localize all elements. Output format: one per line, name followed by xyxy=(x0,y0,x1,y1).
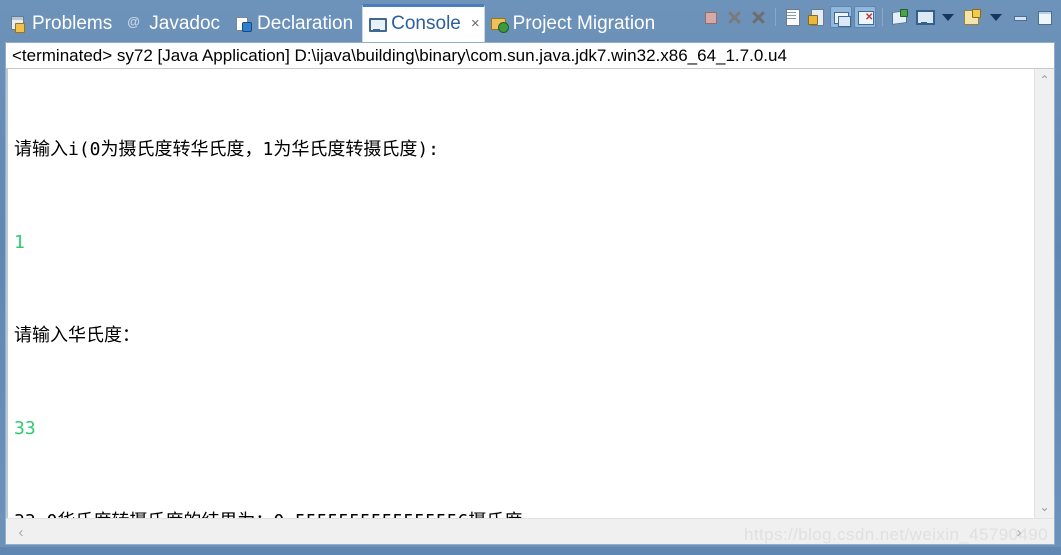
tab-label: Project Migration xyxy=(512,12,656,34)
javadoc-icon xyxy=(127,14,143,32)
word-wrap-icon[interactable] xyxy=(830,6,852,28)
tab-label: Declaration xyxy=(257,12,354,34)
console-view: Problems Javadoc Declaration Console × P… xyxy=(0,0,1061,555)
minimize-icon[interactable] xyxy=(1009,6,1031,28)
console-output-text[interactable]: 请输入i(0为摄氏度转华氏度，1为华氏度转摄氏度): 1 请输入华氏度： 33 … xyxy=(6,69,1035,518)
process-header: <terminated> sy72 [Java Application] D:\… xyxy=(6,43,1054,69)
tab-project-migration[interactable]: Project Migration xyxy=(485,6,665,42)
scroll-right-icon[interactable]: › xyxy=(1008,519,1030,544)
remove-all-icon[interactable] xyxy=(747,6,769,28)
console-line: 33 xyxy=(14,418,36,439)
view-tab-bar: Problems Javadoc Declaration Console × P… xyxy=(0,0,1061,42)
lock-icon[interactable] xyxy=(806,6,828,28)
close-icon[interactable]: × xyxy=(471,15,480,35)
toolbar-separator xyxy=(775,8,776,26)
declaration-icon xyxy=(235,16,253,32)
watermark: https://blog.csdn.net/weixin_45790490 xyxy=(743,525,1048,544)
tab-javadoc[interactable]: Javadoc xyxy=(121,6,229,42)
console-frame: <terminated> sy72 [Java Application] D:\… xyxy=(5,42,1055,545)
scroll-up-icon[interactable]: ⌃ xyxy=(1035,71,1054,89)
migration-icon xyxy=(490,16,509,33)
console-icon xyxy=(369,17,388,33)
bottom-strip xyxy=(0,547,1061,555)
problems-icon xyxy=(10,16,26,33)
console-line: 1 xyxy=(14,232,25,253)
triangle-down-icon[interactable] xyxy=(937,6,959,28)
console-line: 请输入i(0为摄氏度转华氏度，1为华氏度转摄氏度): xyxy=(14,139,440,160)
tab-console[interactable]: Console × xyxy=(362,4,485,42)
tab-label: Javadoc xyxy=(149,12,221,34)
remove-launch-icon[interactable] xyxy=(723,6,745,28)
console-line: 请输入华氏度： xyxy=(14,325,140,346)
new-console-icon[interactable] xyxy=(961,6,983,28)
vertical-scrollbar[interactable]: ⌃ ⌄ xyxy=(1034,69,1054,518)
pin-console-icon[interactable] xyxy=(889,6,911,28)
console-line: 33.0华氏度转摄氏度的结果为：0.5555555555555556摄氏度 xyxy=(14,506,1035,518)
tab-label: Problems xyxy=(32,12,113,34)
display-console-icon[interactable] xyxy=(913,6,935,28)
clear-console-icon[interactable] xyxy=(854,6,876,28)
console-body[interactable]: 请输入i(0为摄氏度转华氏度，1为华氏度转摄氏度): 1 请输入华氏度： 33 … xyxy=(6,69,1054,518)
triangle-down-icon[interactable] xyxy=(985,6,1007,28)
terminate-icon[interactable] xyxy=(699,6,721,28)
horizontal-scrollbar[interactable]: ‹ › https://blog.csdn.net/weixin_4579049… xyxy=(6,518,1054,544)
scroll-left-icon[interactable]: ‹ xyxy=(10,519,32,544)
scroll-down-icon[interactable]: ⌄ xyxy=(1035,498,1054,516)
view-toolbar xyxy=(699,4,1055,30)
maximize-icon[interactable] xyxy=(1033,6,1055,28)
tab-label: Console xyxy=(391,13,461,34)
tab-declaration[interactable]: Declaration xyxy=(229,6,362,42)
tab-problems[interactable]: Problems xyxy=(4,6,121,42)
page-text-icon[interactable] xyxy=(782,6,804,28)
toolbar-separator xyxy=(882,8,883,26)
